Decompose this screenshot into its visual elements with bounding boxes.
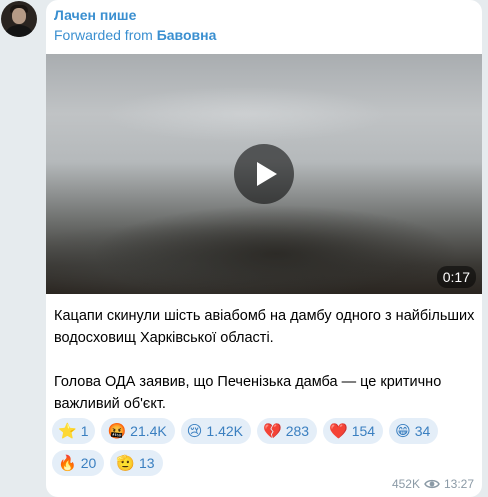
reaction-grin[interactable]: 😁 34: [389, 418, 439, 444]
fire-icon: 🔥: [58, 454, 77, 472]
reaction-count: 21.4K: [130, 423, 167, 439]
message-paragraph-2: Голова ОДА заявив, що Печенізька дамба —…: [54, 374, 442, 412]
author-name[interactable]: Лачен пише: [54, 6, 216, 24]
reaction-angry[interactable]: 🤬 21.4K: [101, 418, 175, 444]
message-text: Кацапи скинули шість авіабомб на дамбу о…: [54, 305, 478, 415]
reaction-heart[interactable]: ❤️ 154: [323, 418, 384, 444]
reaction-broken-heart[interactable]: 💔 283: [257, 418, 318, 444]
play-icon: [257, 162, 277, 186]
play-button[interactable]: [234, 144, 294, 204]
avatar-body: [6, 25, 32, 37]
star-icon: ⭐: [58, 422, 77, 440]
forwarded-source[interactable]: Бавовна: [157, 27, 217, 43]
view-count: 452K: [391, 477, 420, 491]
avatar-face: [12, 8, 26, 24]
forwarded-prefix: Forwarded from: [54, 27, 153, 43]
crying-face-icon: 😢: [186, 422, 203, 440]
eye-icon: [424, 479, 440, 489]
grin-face-icon: 😁: [395, 422, 411, 440]
video-duration: 0:17: [436, 266, 476, 288]
forwarded-line: Forwarded from Бавовна: [54, 26, 216, 44]
reaction-count: 1.42K: [206, 423, 243, 439]
reaction-star[interactable]: ⭐ 1: [52, 418, 96, 444]
reaction-count: 283: [285, 423, 310, 439]
reaction-count: 154: [351, 423, 376, 439]
heart-icon: ❤️: [329, 422, 348, 440]
reaction-count: 34: [414, 423, 431, 439]
message-bubble: Лачен пише Forwarded from Бавовна 0:17 К…: [46, 0, 482, 497]
reaction-crying[interactable]: 😢 1.42K: [180, 418, 251, 444]
reaction-count: 20: [80, 455, 97, 471]
reaction-count: 13: [138, 455, 155, 471]
channel-avatar[interactable]: [1, 1, 37, 37]
reaction-fire[interactable]: 🔥 20: [52, 450, 105, 476]
video-thumbnail[interactable]: 0:17: [46, 54, 482, 294]
reaction-count: 1: [80, 423, 89, 439]
message-meta: 452K 13:27: [392, 477, 474, 491]
message-paragraph-1: Кацапи скинули шість авіабомб на дамбу о…: [54, 308, 475, 346]
reaction-salute[interactable]: 🫡 13: [110, 450, 163, 476]
reactions-bar: ⭐ 1 🤬 21.4K 😢 1.42K 💔 283 ❤️ 154 😁 34 🔥 …: [52, 418, 478, 476]
message-header: Лачен пише Forwarded from Бавовна: [54, 6, 216, 44]
angry-face-icon: 🤬: [107, 422, 127, 440]
salute-face-icon: 🫡: [116, 454, 135, 472]
message-time: 13:27: [443, 477, 474, 491]
broken-heart-icon: 💔: [263, 422, 282, 440]
